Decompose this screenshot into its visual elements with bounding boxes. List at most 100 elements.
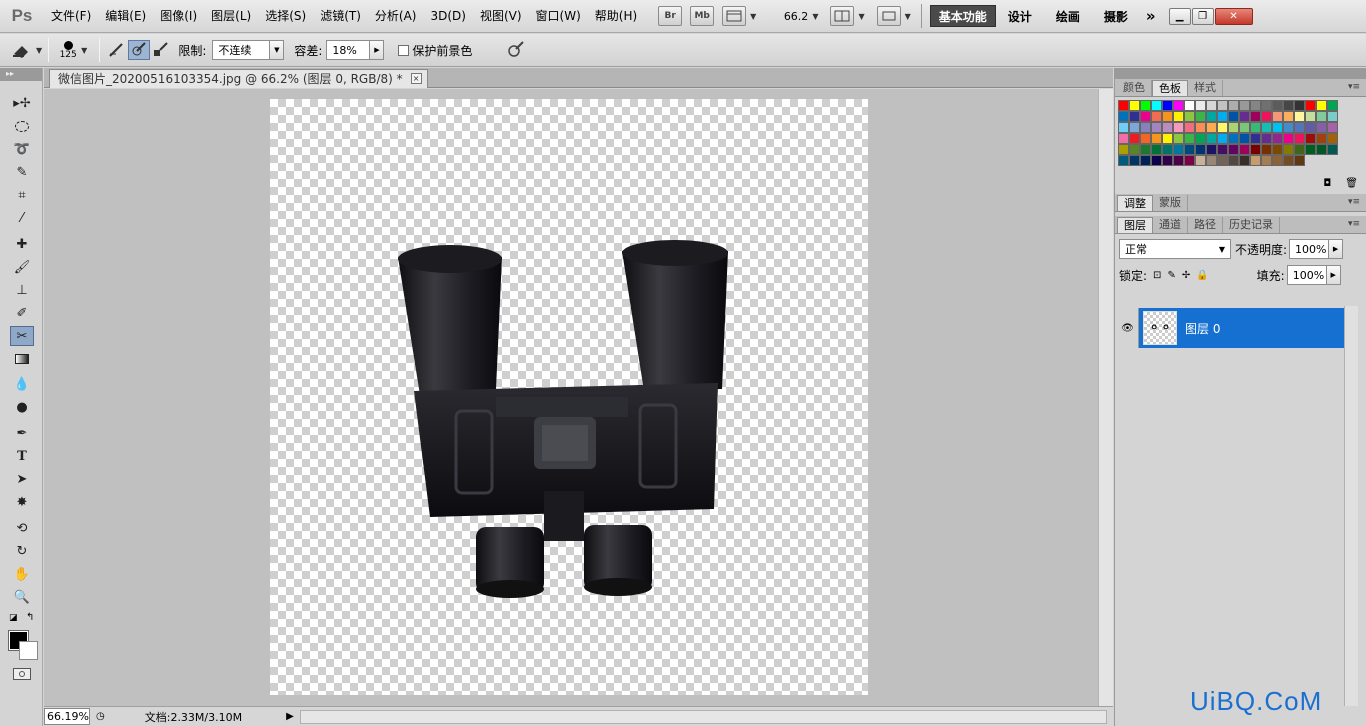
color-swatch[interactable]	[1206, 155, 1217, 166]
color-swatch[interactable]	[1272, 111, 1283, 122]
chevron-down-icon[interactable]: ▼	[858, 12, 864, 21]
tab-layers[interactable]: 图层	[1117, 217, 1153, 233]
close-tab-icon[interactable]: ×	[410, 73, 422, 84]
color-swatch[interactable]	[1283, 144, 1294, 155]
color-swatch[interactable]	[1239, 155, 1250, 166]
pen-tool[interactable]: ✒	[10, 423, 34, 443]
color-swatch[interactable]	[1283, 122, 1294, 133]
opacity-slider-button[interactable]: ▶	[1329, 239, 1344, 259]
clone-stamp-tool[interactable]: ⊥	[10, 280, 34, 300]
color-swatch[interactable]	[1228, 122, 1239, 133]
color-swatch[interactable]	[1294, 100, 1305, 111]
tab-styles[interactable]: 样式	[1188, 80, 1223, 96]
color-swatch[interactable]	[1151, 111, 1162, 122]
quick-mask-button[interactable]	[13, 668, 31, 680]
color-swatch[interactable]	[1239, 111, 1250, 122]
sampling-once-button[interactable]	[128, 40, 151, 60]
tab-history[interactable]: 历史记录	[1223, 217, 1280, 233]
chevron-down-icon[interactable]: ▼	[812, 12, 818, 21]
lasso-tool[interactable]: ➰	[10, 139, 34, 159]
tab-channels[interactable]: 通道	[1153, 217, 1188, 233]
color-swatch[interactable]	[1173, 100, 1184, 111]
healing-brush-tool[interactable]: ✚	[10, 234, 34, 254]
panel-menu-icon[interactable]: ▾≡	[1348, 219, 1360, 229]
color-swatch[interactable]	[1129, 100, 1140, 111]
hand-tool[interactable]: ✋	[10, 564, 34, 584]
default-colors-icon[interactable]: ◪	[9, 613, 18, 623]
color-swatch[interactable]	[1206, 144, 1217, 155]
color-swatch[interactable]	[1305, 144, 1316, 155]
minimize-button[interactable]: ▁	[1168, 7, 1191, 25]
color-swatch[interactable]	[1261, 100, 1272, 111]
color-swatch[interactable]	[1316, 100, 1327, 111]
workspace-essentials[interactable]: 基本功能	[929, 5, 996, 27]
sampling-continuous-button[interactable]	[106, 40, 128, 60]
color-swatch[interactable]	[1206, 133, 1217, 144]
color-swatch[interactable]	[1261, 111, 1272, 122]
zoom-tool[interactable]: 🔍	[10, 587, 34, 607]
menu-view[interactable]: 视图(V)	[473, 0, 529, 33]
tab-adjustments[interactable]: 调整	[1117, 195, 1153, 211]
color-swatch[interactable]	[1283, 111, 1294, 122]
color-swatch[interactable]	[1140, 100, 1151, 111]
color-swatch[interactable]	[1173, 144, 1184, 155]
menu-analysis[interactable]: 分析(A)	[368, 0, 424, 33]
color-swatch[interactable]	[1217, 100, 1228, 111]
color-swatch[interactable]	[1228, 111, 1239, 122]
layers-scrollbar[interactable]	[1344, 306, 1358, 706]
color-swatch[interactable]	[1217, 111, 1228, 122]
color-swatch[interactable]	[1272, 155, 1283, 166]
document-canvas[interactable]	[270, 99, 868, 695]
tablet-pressure-button[interactable]	[506, 40, 526, 61]
color-swatch[interactable]	[1162, 100, 1173, 111]
color-swatch[interactable]	[1239, 144, 1250, 155]
color-swatch[interactable]	[1261, 133, 1272, 144]
color-swatch[interactable]	[1184, 111, 1195, 122]
menu-file[interactable]: 文件(F)	[44, 0, 98, 33]
menu-select[interactable]: 选择(S)	[258, 0, 313, 33]
new-swatch-icon[interactable]: ◘	[1323, 178, 1331, 189]
vertical-scrollbar[interactable]	[1098, 89, 1113, 706]
dodge-tool[interactable]: ●	[10, 397, 34, 417]
color-swatch[interactable]	[1283, 133, 1294, 144]
color-swatch[interactable]	[1118, 144, 1129, 155]
color-swatch[interactable]	[1316, 133, 1327, 144]
sampling-background-button[interactable]	[150, 40, 172, 60]
color-swatch[interactable]	[1173, 155, 1184, 166]
mini-bridge-button[interactable]: Mb	[690, 6, 715, 26]
brush-picker[interactable]: 125	[55, 40, 81, 60]
color-swatch[interactable]	[1206, 111, 1217, 122]
color-swatch[interactable]	[1327, 122, 1338, 133]
menu-3d[interactable]: 3D(D)	[423, 0, 472, 33]
color-swatch[interactable]	[1140, 133, 1151, 144]
color-swatch[interactable]	[1294, 122, 1305, 133]
color-swatch[interactable]	[1228, 100, 1239, 111]
color-swatch[interactable]	[1206, 122, 1217, 133]
menu-help[interactable]: 帮助(H)	[588, 0, 644, 33]
color-swatch[interactable]	[1294, 133, 1305, 144]
quick-selection-tool[interactable]: ✎	[10, 162, 34, 182]
color-swatch[interactable]	[1272, 144, 1283, 155]
zoom-level-menu[interactable]: 66.2	[764, 10, 812, 23]
color-swatch[interactable]	[1228, 144, 1239, 155]
color-swatch[interactable]	[1261, 155, 1272, 166]
tab-swatches[interactable]: 色板	[1152, 80, 1188, 96]
chevron-down-icon[interactable]: ▼	[905, 12, 911, 21]
chevron-down-icon[interactable]: ▼	[81, 46, 87, 55]
color-swatch[interactable]	[1272, 133, 1283, 144]
color-swatch[interactable]	[1283, 155, 1294, 166]
screen-mode-button[interactable]	[876, 6, 901, 26]
shape-tool[interactable]: ✸	[10, 492, 34, 512]
color-swatch[interactable]	[1118, 122, 1129, 133]
color-swatch[interactable]	[1250, 111, 1261, 122]
type-tool[interactable]: T	[10, 446, 34, 466]
view-extras-button[interactable]	[722, 6, 747, 26]
workspace-photography[interactable]: 摄影	[1092, 8, 1140, 25]
canvas-area[interactable]	[44, 89, 1098, 706]
color-swatch[interactable]	[1151, 144, 1162, 155]
color-swatch[interactable]	[1129, 111, 1140, 122]
menu-image[interactable]: 图像(I)	[153, 0, 204, 33]
status-menu-button[interactable]: ▶	[286, 711, 294, 722]
color-swatch[interactable]	[1316, 122, 1327, 133]
status-info-icon[interactable]: ◷	[96, 711, 105, 722]
